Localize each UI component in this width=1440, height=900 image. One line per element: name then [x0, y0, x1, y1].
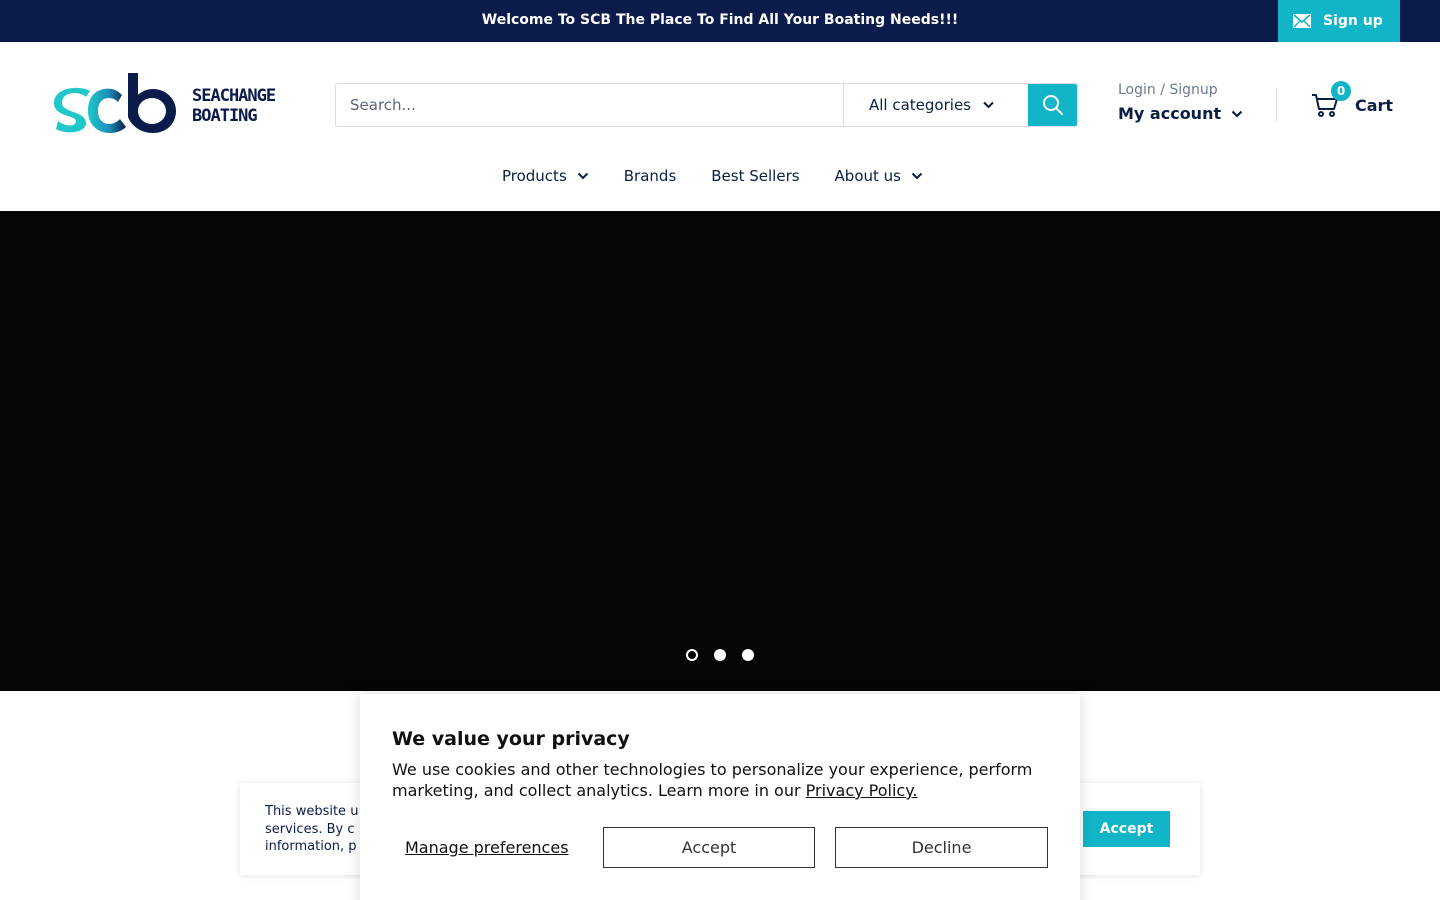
slider-dot-1[interactable]	[686, 649, 698, 661]
chevron-down-icon	[911, 172, 923, 180]
slider-dot-2[interactable]	[714, 649, 726, 661]
announcement-text: Welcome To SCB The Place To Find All You…	[481, 12, 959, 28]
chevron-down-icon	[1231, 110, 1243, 118]
mail-icon	[1293, 14, 1311, 28]
signup-label: Sign up	[1323, 13, 1383, 29]
manage-preferences-link[interactable]: Manage preferences	[405, 838, 569, 857]
header-divider	[1276, 88, 1277, 122]
site-logo[interactable]: SEACHANGE BOATING	[52, 70, 287, 142]
privacy-decline-button[interactable]: Decline	[835, 827, 1048, 868]
my-account-dropdown[interactable]: My account	[1118, 104, 1258, 123]
cart-button[interactable]: 0 Cart	[1311, 81, 1394, 120]
category-select-label: All categories	[869, 96, 971, 114]
account-menu[interactable]: Login / Signup My account	[1118, 82, 1258, 123]
privacy-title: We value your privacy	[392, 728, 630, 750]
cookie-bar-accept-button[interactable]: Accept	[1083, 811, 1170, 847]
privacy-policy-link[interactable]: Privacy Policy.	[806, 781, 918, 800]
cart-count-badge: 0	[1331, 81, 1351, 101]
scb-logo-mark	[54, 73, 176, 133]
hero-slider[interactable]	[0, 211, 1440, 691]
search-icon	[1043, 95, 1063, 115]
announcement-bar: Welcome To SCB The Place To Find All You…	[0, 0, 1440, 42]
privacy-consent-dialog: We value your privacy We use cookies and…	[360, 694, 1080, 900]
my-account-label: My account	[1118, 104, 1222, 123]
cart-label: Cart	[1355, 95, 1394, 115]
nav-item-best-sellers[interactable]: Best Sellers	[711, 167, 799, 185]
nav-item-products[interactable]: Products	[502, 167, 589, 185]
privacy-accept-button[interactable]: Accept	[603, 827, 815, 868]
logo-wordmark: SEACHANGE BOATING	[192, 86, 276, 126]
login-signup-link[interactable]: Login / Signup	[1118, 82, 1258, 98]
main-nav: Products Brands Best Sellers About us	[0, 167, 1440, 185]
site-header: SEACHANGE BOATING All categories Login /…	[0, 42, 1440, 211]
slider-dot-3[interactable]	[742, 649, 754, 661]
chevron-down-icon	[983, 101, 994, 109]
slider-dots	[686, 649, 754, 661]
privacy-body: We use cookies and other technologies to…	[392, 760, 1033, 800]
search-input[interactable]	[336, 84, 843, 126]
nav-item-about-us[interactable]: About us	[835, 167, 923, 185]
nav-item-brands[interactable]: Brands	[624, 167, 677, 185]
search-button[interactable]	[1028, 84, 1077, 126]
search-bar: All categories	[335, 83, 1078, 127]
category-select[interactable]: All categories	[843, 84, 1028, 126]
signup-button[interactable]: Sign up	[1278, 0, 1400, 42]
chevron-down-icon	[577, 172, 588, 180]
